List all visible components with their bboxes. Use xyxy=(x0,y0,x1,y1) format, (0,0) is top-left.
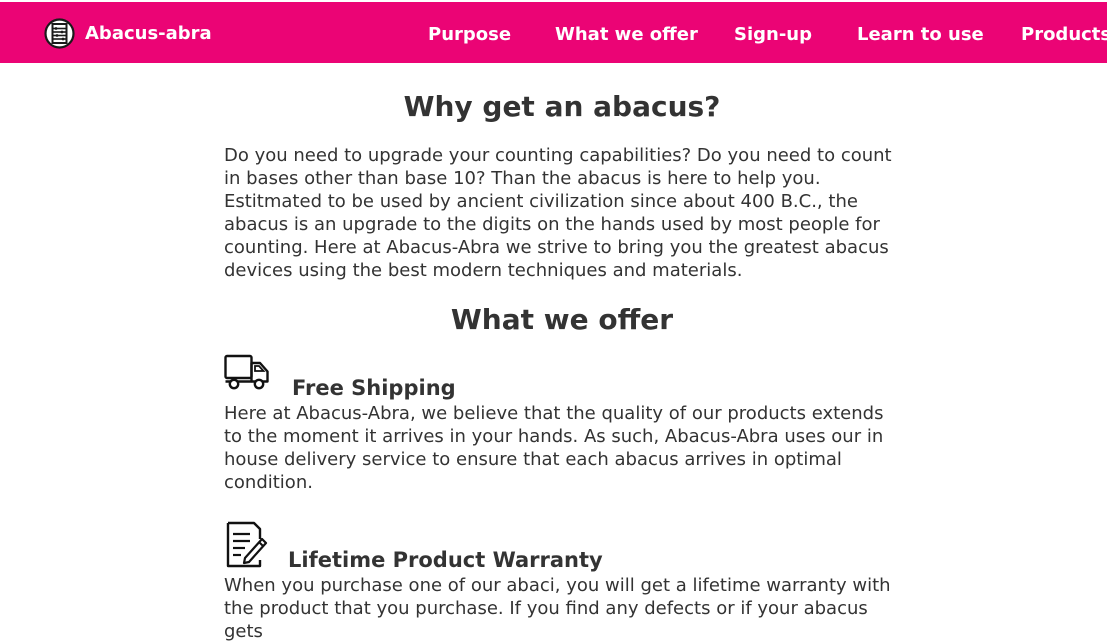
offer-section: What we offer Free Shipping Here at Abac… xyxy=(224,303,900,643)
nav-link-learn-to-use[interactable]: Learn to use xyxy=(857,24,984,45)
nav-link-products[interactable]: Products xyxy=(1021,24,1107,45)
offer-title: What we offer xyxy=(450,303,674,336)
brand[interactable]: Abacus-abra xyxy=(44,17,212,49)
offer-item-body: When you purchase one of our abaci, you … xyxy=(224,575,891,642)
nav-link-sign-up[interactable]: Sign-up xyxy=(734,24,812,45)
top-navigation-bar: Abacus-abra Purpose What we offer Sign-u… xyxy=(0,2,1107,63)
main-content: Why get an abacus? Do you need to upgrad… xyxy=(224,63,900,643)
offer-item-lifetime-warranty: Lifetime Product Warranty When you purch… xyxy=(224,520,900,643)
document-pen-icon xyxy=(226,521,268,568)
purpose-body: Do you need to upgrade your counting cap… xyxy=(224,145,892,281)
offer-item-title: Lifetime Product Warranty xyxy=(288,548,603,572)
truck-icon xyxy=(224,354,269,390)
abacus-logo-icon xyxy=(44,17,75,49)
offer-item-body: Here at Abacus-Abra, we believe that the… xyxy=(224,403,884,493)
nav-link-what-we-offer[interactable]: What we offer xyxy=(555,24,698,45)
purpose-title: Why get an abacus? xyxy=(403,90,721,123)
nav-link-purpose[interactable]: Purpose xyxy=(428,24,511,45)
offer-item-free-shipping: Free Shipping Here at Abacus-Abra, we be… xyxy=(224,354,900,494)
brand-name: Abacus-abra xyxy=(85,22,212,44)
purpose-section: Why get an abacus? Do you need to upgrad… xyxy=(224,90,900,282)
offer-item-title: Free Shipping xyxy=(292,376,456,400)
